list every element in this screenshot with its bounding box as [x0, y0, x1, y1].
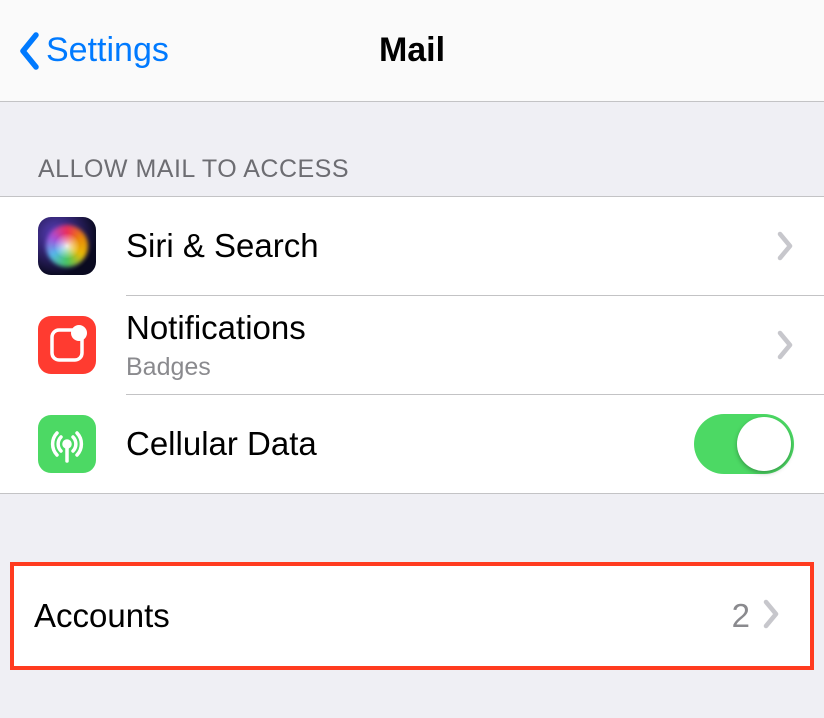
- accounts-label: Accounts: [34, 597, 732, 635]
- siri-icon: [38, 217, 96, 275]
- cellular-icon: [38, 415, 96, 473]
- section-allow-access: Siri & Search Notifications Badges: [0, 196, 824, 494]
- row-accounts[interactable]: Accounts 2: [14, 566, 810, 666]
- chevron-left-icon: [18, 32, 40, 70]
- section-header-allow: ALLOW MAIL TO ACCESS: [0, 102, 824, 196]
- highlight-accounts: Accounts 2: [10, 562, 814, 670]
- back-label: Settings: [46, 31, 169, 70]
- navbar: Settings Mail: [0, 0, 824, 102]
- siri-label: Siri & Search: [126, 226, 776, 266]
- cellular-label: Cellular Data: [126, 424, 694, 464]
- back-button[interactable]: Settings: [0, 31, 169, 70]
- row-notifications[interactable]: Notifications Badges: [0, 296, 824, 394]
- notifications-label: Notifications: [126, 308, 776, 348]
- chevron-right-icon: [776, 330, 794, 360]
- accounts-count: 2: [732, 597, 750, 635]
- row-siri-search[interactable]: Siri & Search: [0, 197, 824, 295]
- chevron-right-icon: [776, 231, 794, 261]
- notifications-icon: [38, 316, 96, 374]
- row-cellular-data: Cellular Data: [0, 395, 824, 493]
- page-title: Mail: [379, 31, 445, 70]
- toggle-knob: [737, 417, 791, 471]
- notifications-sublabel: Badges: [126, 352, 776, 382]
- cellular-toggle[interactable]: [694, 414, 794, 474]
- chevron-right-icon: [762, 599, 780, 634]
